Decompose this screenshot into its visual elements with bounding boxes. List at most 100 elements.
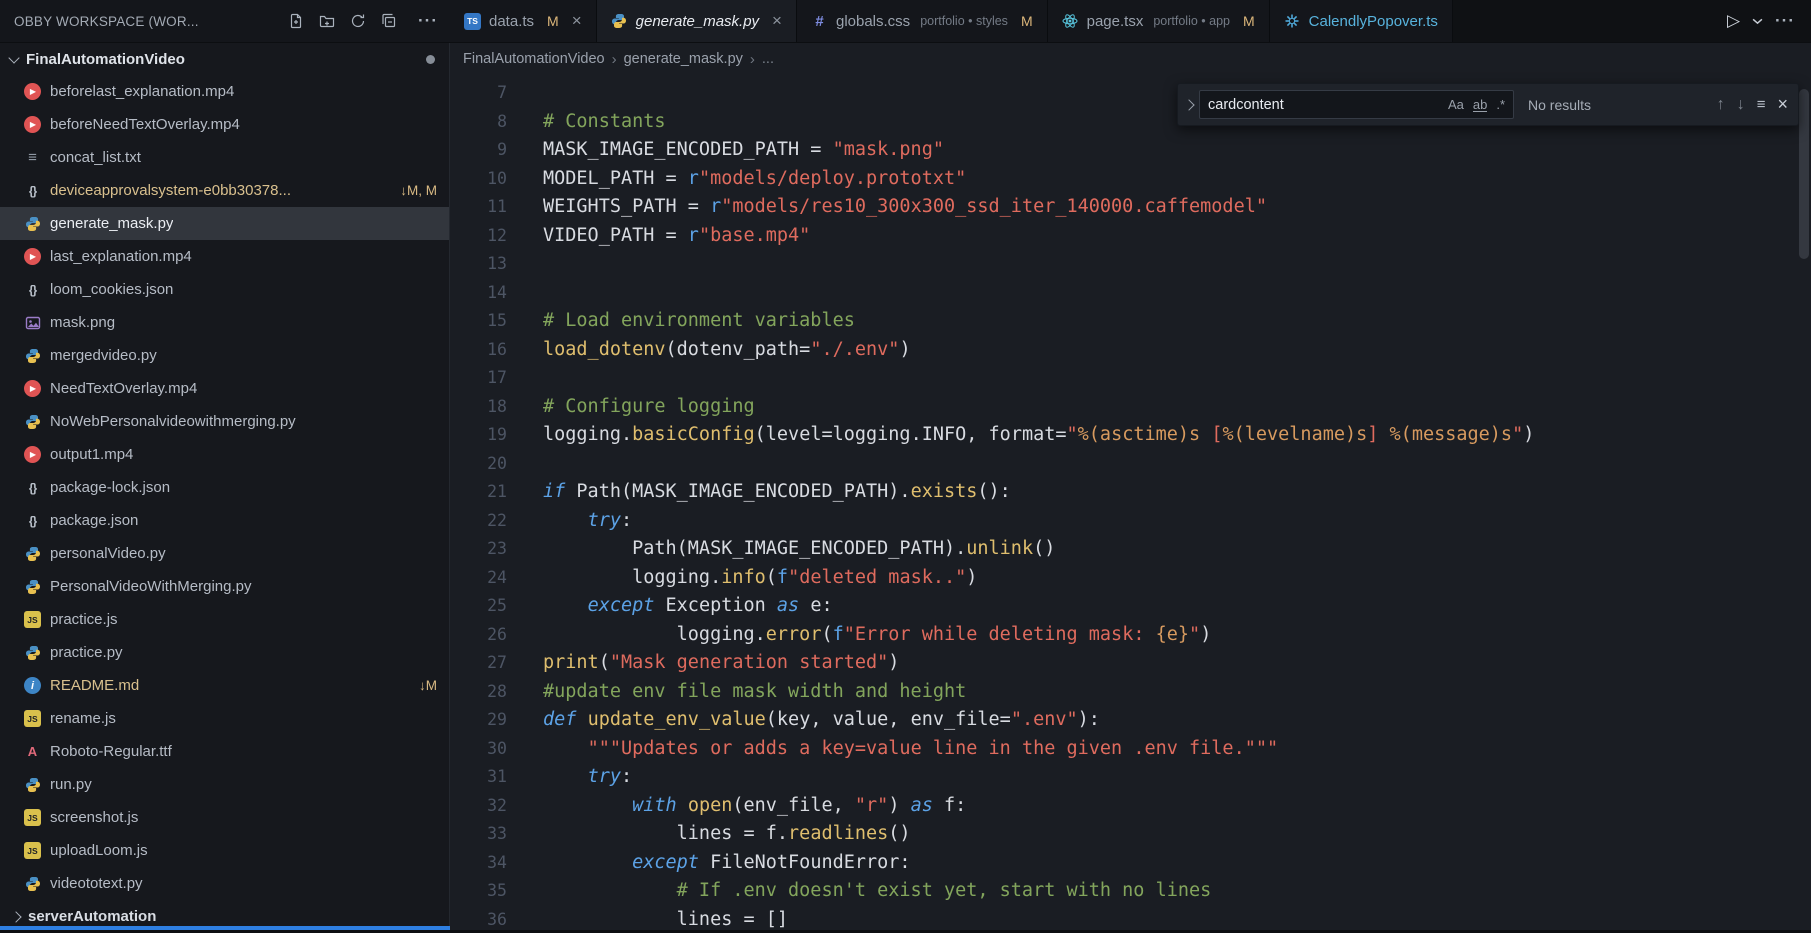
file-row-run.py[interactable]: run.py [0, 768, 449, 801]
code-line-32[interactable]: 32 with open(env_file, "r") as f: [450, 792, 1797, 821]
search-toggles: Aa ab .* [1448, 97, 1505, 112]
more-actions-icon[interactable]: ··· [416, 9, 440, 33]
breadcrumb-item[interactable]: FinalAutomationVideo [463, 51, 605, 67]
code-line-10[interactable]: 10MODEL_PATH = r"models/deploy.prototxt" [450, 165, 1797, 194]
refresh-icon[interactable] [346, 9, 370, 33]
code-line-11[interactable]: 11WEIGHTS_PATH = r"models/res10_300x300_… [450, 193, 1797, 222]
code-line-14[interactable]: 14 [450, 279, 1797, 308]
file-row-loom_cookies.json[interactable]: {}loom_cookies.json [0, 273, 449, 306]
file-row-personalVideo.py[interactable]: personalVideo.py [0, 537, 449, 570]
tab-CalendlyPopover.ts[interactable]: CalendlyPopover.ts [1270, 0, 1453, 42]
regex-icon[interactable]: .* [1496, 97, 1505, 112]
editor-scrollbar[interactable] [1797, 75, 1811, 930]
code-line-35[interactable]: 35 # If .env doesn't exist yet, start wi… [450, 877, 1797, 906]
file-row-README.md[interactable]: iREADME.md↓M [0, 669, 449, 702]
file-row-NoWebPersonalvideowithmerging.py[interactable]: NoWebPersonalvideowithmerging.py [0, 405, 449, 438]
explorer-actions: ··· [284, 9, 440, 33]
whole-word-icon[interactable]: ab [1473, 98, 1487, 112]
file-row-NeedTextOverlay.mp4[interactable]: ▶NeedTextOverlay.mp4 [0, 372, 449, 405]
tab-globals.css[interactable]: #globals.cssportfolio • stylesM [797, 0, 1048, 42]
code-line-33[interactable]: 33 lines = f.readlines() [450, 820, 1797, 849]
code-line-28[interactable]: 28#update env file mask width and height [450, 678, 1797, 707]
file-row-generate_mask.py[interactable]: generate_mask.py [0, 207, 449, 240]
file-row-Roboto-Regular.ttf[interactable]: ARoboto-Regular.ttf [0, 735, 449, 768]
code-line-18[interactable]: 18# Configure logging [450, 393, 1797, 422]
code-line-31[interactable]: 31 try: [450, 763, 1797, 792]
collapse-folders-icon[interactable] [377, 9, 401, 33]
line-number: 25 [450, 592, 507, 621]
code-line-17[interactable]: 17 [450, 364, 1797, 393]
code-line-15[interactable]: 15# Load environment variables [450, 307, 1797, 336]
code-line-25[interactable]: 25 except Exception as e: [450, 592, 1797, 621]
file-row-practice.py[interactable]: practice.py [0, 636, 449, 669]
file-row-videototext.py[interactable]: videototext.py [0, 867, 449, 900]
code-line-27[interactable]: 27print("Mask generation started") [450, 649, 1797, 678]
find-in-selection-icon[interactable]: ≡ [1757, 96, 1766, 113]
code-line-36[interactable]: 36 lines = [] [450, 906, 1797, 931]
previous-match-icon[interactable]: ↑ [1717, 96, 1725, 114]
file-row-uploadLoom.js[interactable]: JSuploadLoom.js [0, 834, 449, 867]
file-row-practice.js[interactable]: JSpractice.js [0, 603, 449, 636]
file-row-beforeNeedTextOverlay.mp4[interactable]: ▶beforeNeedTextOverlay.mp4 [0, 108, 449, 141]
file-row-mergedvideo.py[interactable]: mergedvideo.py [0, 339, 449, 372]
run-button[interactable]: ▷ [1727, 11, 1740, 31]
file-row-package-lock.json[interactable]: {}package-lock.json [0, 471, 449, 504]
python-file-icon [24, 545, 41, 562]
scrollbar-thumb[interactable] [1799, 89, 1809, 259]
code-line-34[interactable]: 34 except FileNotFoundError: [450, 849, 1797, 878]
line-number: 10 [450, 165, 507, 194]
close-icon[interactable]: × [1777, 94, 1788, 115]
code-line-19[interactable]: 19logging.basicConfig(level=logging.INFO… [450, 421, 1797, 450]
code-line-9[interactable]: 9MASK_IMAGE_ENCODED_PATH = "mask.png" [450, 136, 1797, 165]
file-name: mergedvideo.py [50, 347, 157, 364]
json-file-icon: {} [24, 182, 41, 199]
file-row-rename.js[interactable]: JSrename.js [0, 702, 449, 735]
breadcrumb-item[interactable]: generate_mask.py [624, 51, 743, 67]
code-line-24[interactable]: 24 logging.info(f"deleted mask..") [450, 564, 1797, 593]
code-line-29[interactable]: 29def update_env_value(key, value, env_f… [450, 706, 1797, 735]
tab-generate_mask.py[interactable]: generate_mask.py× [597, 0, 797, 42]
run-dropdown-icon[interactable] [1752, 12, 1763, 30]
code-line-21[interactable]: 21if Path(MASK_IMAGE_ENCODED_PATH).exist… [450, 478, 1797, 507]
code-text: Path(MASK_IMAGE_ENCODED_PATH).unlink() [543, 535, 1055, 564]
code-line-23[interactable]: 23 Path(MASK_IMAGE_ENCODED_PATH).unlink(… [450, 535, 1797, 564]
toggle-replace-icon[interactable] [1178, 84, 1199, 125]
file-row-screenshot.js[interactable]: JSscreenshot.js [0, 801, 449, 834]
code-line-22[interactable]: 22 try: [450, 507, 1797, 536]
file-row-package.json[interactable]: {}package.json [0, 504, 449, 537]
file-row-beforelast_explanation.mp4[interactable]: ▶beforelast_explanation.mp4 [0, 75, 449, 108]
image-file-icon [24, 314, 41, 331]
file-row-PersonalVideoWithMerging.py[interactable]: PersonalVideoWithMerging.py [0, 570, 449, 603]
new-file-icon[interactable] [284, 9, 308, 33]
code-line-13[interactable]: 13 [450, 250, 1797, 279]
file-name: rename.js [50, 710, 116, 727]
breadcrumb-item[interactable]: ... [762, 51, 774, 67]
code-line-20[interactable]: 20 [450, 450, 1797, 479]
file-row-deviceapprovalsystem-e0bb30378...[interactable]: {}deviceapprovalsystem-e0bb30378...↓M, M [0, 174, 449, 207]
tab-data.ts[interactable]: TSdata.tsM× [450, 0, 597, 42]
file-row-concat_list.txt[interactable]: ≡concat_list.txt [0, 141, 449, 174]
code-text: # Configure logging [543, 393, 755, 422]
code-line-30[interactable]: 30 """Updates or adds a key=value line i… [450, 735, 1797, 764]
line-number: 26 [450, 621, 507, 650]
file-row-last_explanation.mp4[interactable]: ▶last_explanation.mp4 [0, 240, 449, 273]
code-line-16[interactable]: 16load_dotenv(dotenv_path="./.env") [450, 336, 1797, 365]
workspace-title: OBBY WORKSPACE (WOR... [14, 14, 199, 29]
search-input[interactable]: cardcontent Aa ab .* [1199, 90, 1514, 119]
more-actions-icon[interactable]: ··· [1775, 11, 1795, 31]
match-case-icon[interactable]: Aa [1448, 97, 1464, 112]
next-match-icon[interactable]: ↓ [1737, 96, 1745, 114]
close-icon[interactable]: × [572, 11, 582, 31]
code-area: 78# Constants9MASK_IMAGE_ENCODED_PATH = … [450, 75, 1797, 930]
file-row-output1.mp4[interactable]: ▶output1.mp4 [0, 438, 449, 471]
code-text: print("Mask generation started") [543, 649, 899, 678]
code-line-12[interactable]: 12VIDEO_PATH = r"base.mp4" [450, 222, 1797, 251]
code-line-26[interactable]: 26 logging.error(f"Error while deleting … [450, 621, 1797, 650]
close-icon[interactable]: × [772, 11, 782, 31]
tab-page.tsx[interactable]: page.tsxportfolio • appM [1048, 0, 1270, 42]
new-folder-icon[interactable] [315, 9, 339, 33]
breadcrumb: FinalAutomationVideo › generate_mask.py … [450, 43, 1811, 75]
python-file-icon [24, 347, 41, 364]
file-row-mask.png[interactable]: mask.png [0, 306, 449, 339]
folder-root-finalautomationvideo[interactable]: FinalAutomationVideo [0, 43, 449, 75]
